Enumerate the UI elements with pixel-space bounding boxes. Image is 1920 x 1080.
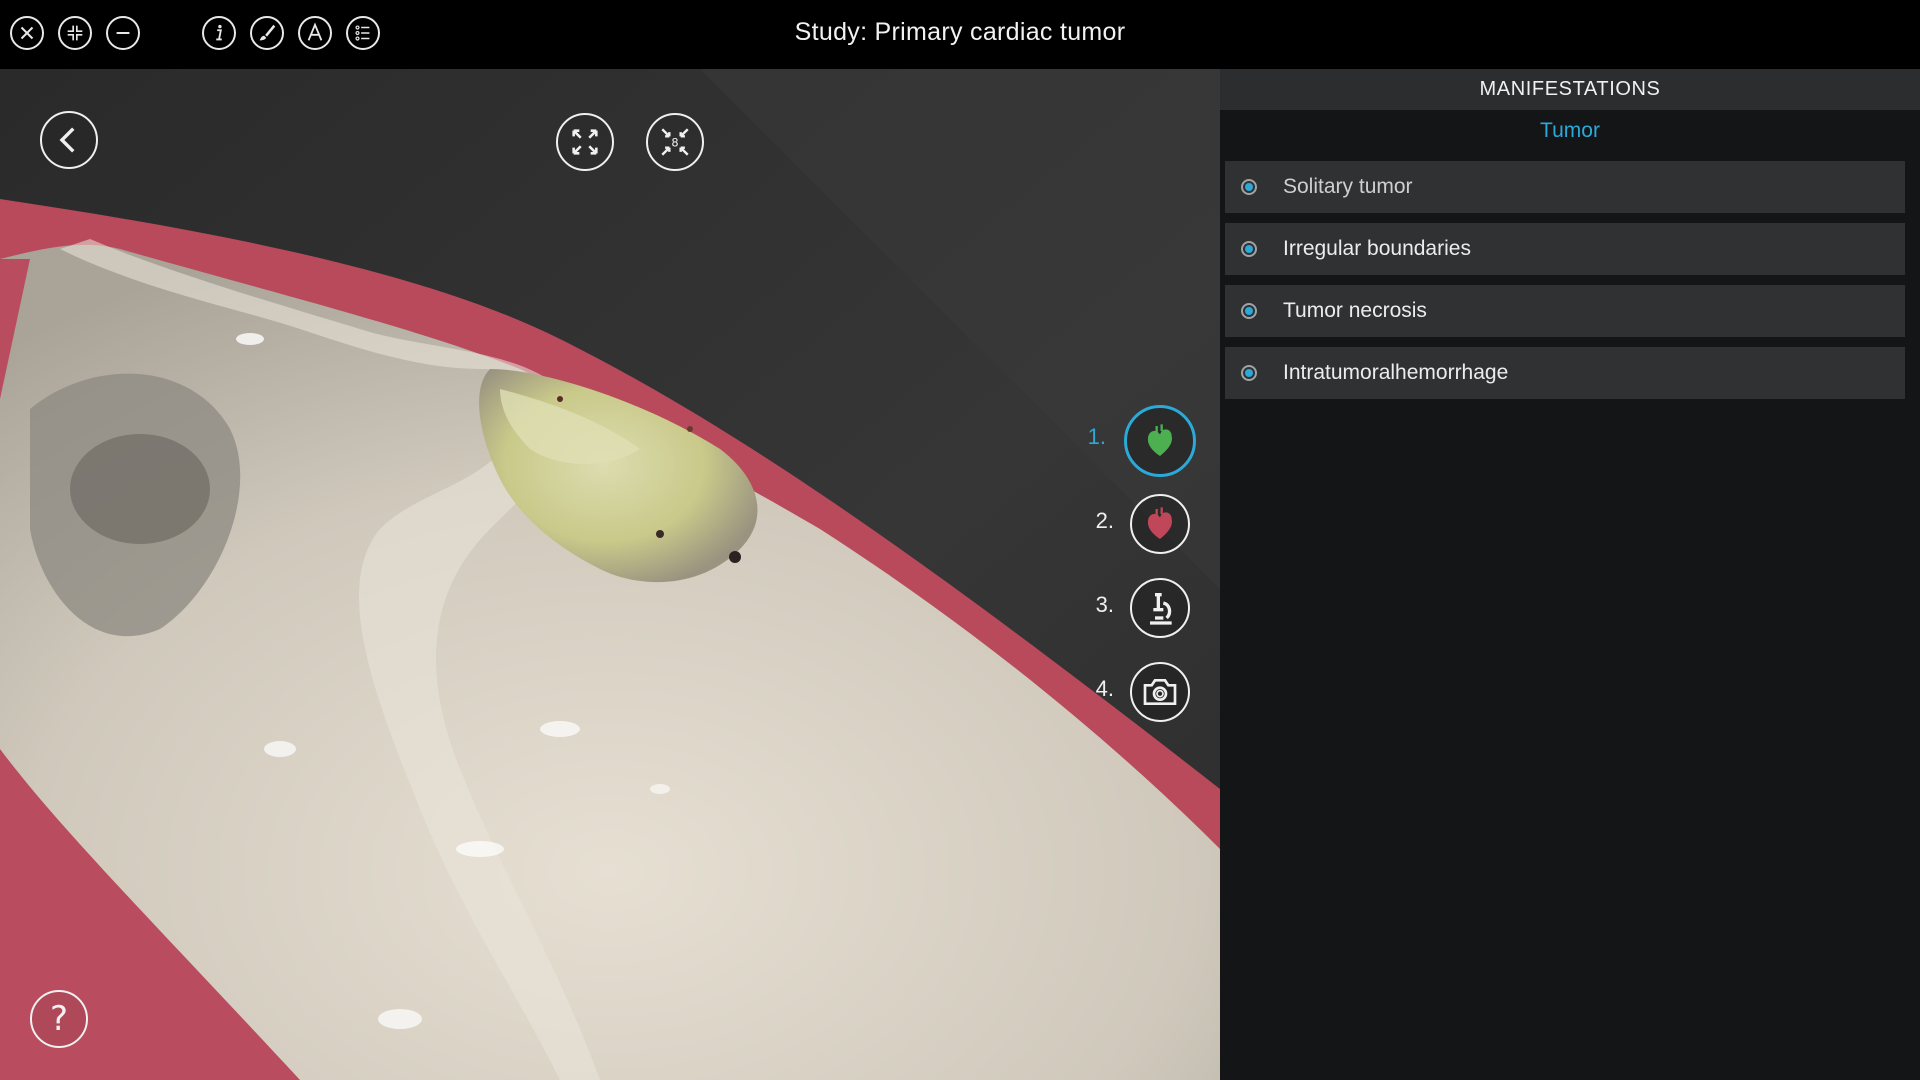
step-1-button[interactable] [1124, 405, 1196, 477]
step-number-4: 4. [1095, 676, 1114, 701]
manifestation-item[interactable]: Irregular boundaries [1225, 223, 1905, 275]
svg-text:8: 8 [671, 135, 678, 149]
fullscreen-button[interactable] [556, 113, 614, 171]
manifestations-panel: MANIFESTATIONS Tumor Solitary tumor Irre… [1220, 69, 1920, 1080]
microscope-icon [1150, 593, 1172, 625]
radio-icon [1241, 241, 1257, 257]
fullscreen-icon [572, 129, 598, 155]
step-2-button[interactable] [1130, 494, 1190, 554]
manifestation-label: Tumor necrosis [1283, 299, 1427, 322]
heart-icon [1147, 507, 1172, 539]
manifestation-item[interactable]: Tumor necrosis [1225, 285, 1905, 337]
manifestation-label: Solitary tumor [1283, 175, 1413, 198]
back-icon [59, 127, 75, 153]
manifestations-list: Solitary tumor Irregular boundaries Tumo… [1225, 161, 1905, 399]
panel-subheader: Tumor [1540, 119, 1600, 142]
top-toolbar: Study: Primary cardiac tumor [0, 0, 1920, 69]
heart-model-render[interactable] [0, 69, 1220, 1080]
panel-header: MANIFESTATIONS [1220, 69, 1920, 110]
heart-icon [1147, 424, 1172, 456]
step-3-button[interactable] [1130, 578, 1190, 638]
camera-icon [1143, 679, 1177, 705]
back-button[interactable] [40, 111, 98, 169]
manifestation-label: Intratumoralhemorrhage [1283, 361, 1509, 384]
step-number-2: 2. [1095, 508, 1114, 533]
help-button[interactable]: ? [30, 990, 88, 1048]
step-number-3: 3. [1095, 592, 1114, 617]
fit-view-button[interactable]: 8 [646, 113, 704, 171]
fit-view-icon: 8 [661, 128, 689, 156]
radio-icon [1241, 365, 1257, 381]
radio-icon [1241, 303, 1257, 319]
step-number-1: 1. [1087, 424, 1106, 449]
radio-icon [1241, 179, 1257, 195]
manifestation-item[interactable]: Intratumoralhemorrhage [1225, 347, 1905, 399]
manifestation-item[interactable]: Solitary tumor [1225, 161, 1905, 213]
help-icon: ? [49, 999, 69, 1039]
study-title: Study: Primary cardiac tumor [794, 18, 1126, 46]
model-viewer[interactable]: 8 1. 2. 3. 4. ? [0, 69, 1220, 1080]
step-4-button[interactable] [1130, 662, 1190, 722]
manifestation-label: Irregular boundaries [1283, 237, 1471, 260]
